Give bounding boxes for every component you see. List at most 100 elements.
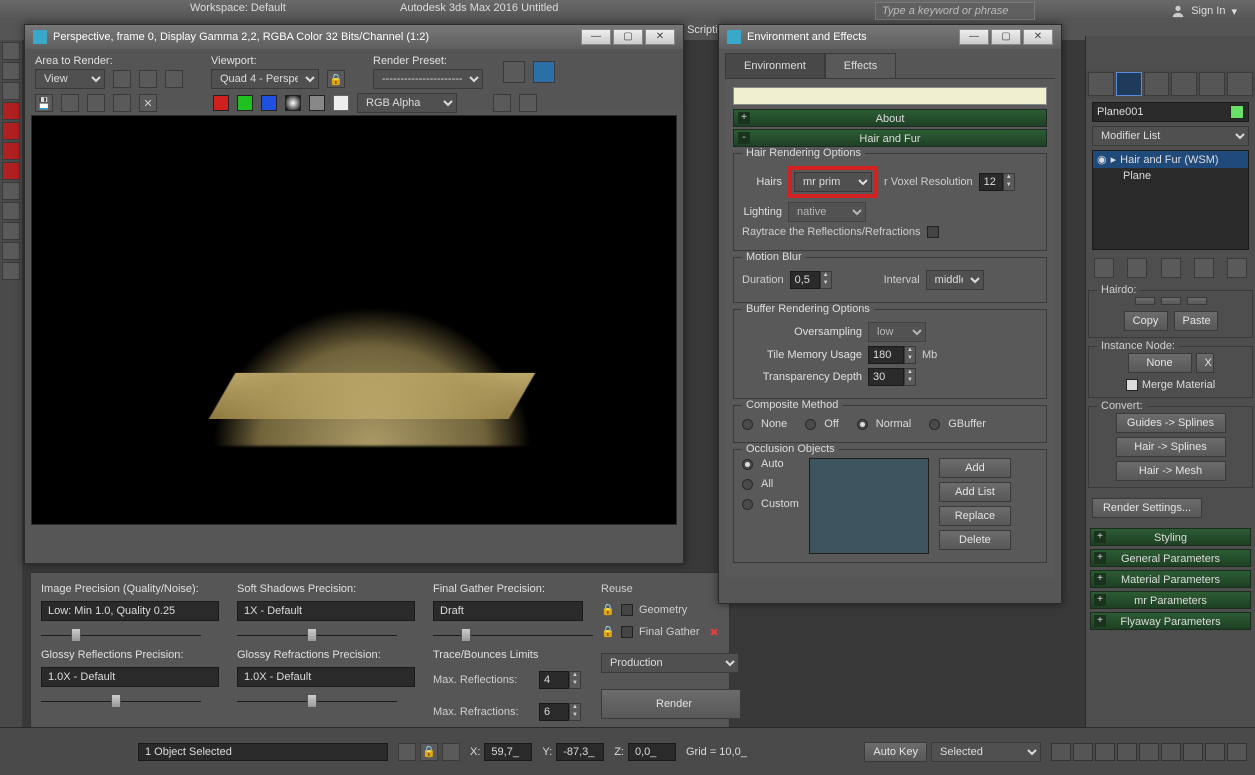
tile-mem-spinner[interactable]: 180▲▼ bbox=[868, 346, 916, 364]
search-input[interactable]: Type a keyword or phrase bbox=[875, 2, 1035, 20]
tool-icon[interactable] bbox=[2, 222, 20, 240]
tool-icon[interactable] bbox=[2, 202, 20, 220]
tool-icon[interactable] bbox=[2, 262, 20, 280]
tool-icon[interactable] bbox=[2, 82, 20, 100]
maximize-button[interactable]: ▢ bbox=[613, 29, 643, 45]
radio-auto[interactable]: Auto bbox=[742, 458, 799, 470]
display-tab-icon[interactable] bbox=[1199, 72, 1225, 96]
voxel-spinner[interactable]: 12▲▼ bbox=[979, 173, 1015, 191]
motion-tab-icon[interactable] bbox=[1171, 72, 1197, 96]
make-unique-icon[interactable] bbox=[1161, 258, 1181, 278]
snap-icon[interactable] bbox=[2, 142, 20, 160]
snap-icon[interactable] bbox=[2, 102, 20, 120]
tool-icon[interactable] bbox=[2, 42, 20, 60]
hairdo-btn[interactable] bbox=[1187, 297, 1207, 305]
max-refr-spinner[interactable]: 6▲▼ bbox=[539, 703, 581, 721]
pin-stack-icon[interactable] bbox=[1094, 258, 1114, 278]
raytrace-checkbox[interactable] bbox=[927, 226, 939, 238]
area-to-render-select[interactable]: View bbox=[35, 69, 105, 89]
z-coord-field[interactable]: 0,0_ bbox=[628, 743, 676, 761]
tool-icon[interactable] bbox=[2, 62, 20, 80]
hairdo-btn[interactable] bbox=[1135, 297, 1155, 305]
x-coord-field[interactable]: 59,7_ bbox=[484, 743, 532, 761]
render-button[interactable]: Render bbox=[601, 689, 741, 719]
glossy-refr-value[interactable]: 1.0X - Default bbox=[237, 667, 415, 687]
alpha-channel-icon[interactable] bbox=[285, 95, 301, 111]
final-gather-checkbox[interactable] bbox=[621, 626, 633, 638]
nav-icon[interactable] bbox=[1227, 743, 1247, 761]
region-icon[interactable] bbox=[139, 70, 157, 88]
soft-shadows-slider[interactable] bbox=[237, 627, 397, 643]
transparency-spinner[interactable]: 30▲▼ bbox=[868, 368, 916, 386]
object-name-field[interactable]: Plane001 bbox=[1092, 102, 1249, 122]
interval-select[interactable]: middle bbox=[926, 270, 984, 290]
red-channel-icon[interactable] bbox=[213, 95, 229, 111]
color-swatch[interactable] bbox=[1230, 105, 1244, 119]
show-end-result-icon[interactable] bbox=[1127, 258, 1147, 278]
mono-channel-icon[interactable] bbox=[309, 95, 325, 111]
radio-normal[interactable]: Normal bbox=[857, 418, 911, 430]
autokey-button[interactable]: Auto Key bbox=[864, 742, 927, 762]
render-active-icon[interactable] bbox=[533, 61, 555, 83]
nav-icon[interactable] bbox=[1183, 743, 1203, 761]
coord-icon[interactable] bbox=[442, 743, 460, 761]
rollout-hair-and-fur[interactable]: -Hair and Fur bbox=[733, 129, 1047, 147]
rollout-general[interactable]: +General Parameters bbox=[1090, 549, 1251, 567]
channel-select[interactable]: RGB Alpha bbox=[357, 93, 457, 113]
production-select[interactable]: Production bbox=[601, 653, 739, 673]
soft-shadows-value[interactable]: 1X - Default bbox=[237, 601, 415, 621]
rollout-styling[interactable]: +Styling bbox=[1090, 528, 1251, 546]
toggle-icon[interactable] bbox=[493, 94, 511, 112]
close-button[interactable]: ✕ bbox=[645, 29, 675, 45]
next-frame-icon[interactable] bbox=[1117, 743, 1137, 761]
minimize-button[interactable]: — bbox=[581, 29, 611, 45]
key-icon[interactable] bbox=[398, 743, 416, 761]
lock-icon[interactable]: 🔒 bbox=[601, 603, 615, 617]
final-gather-slider[interactable] bbox=[433, 627, 593, 643]
modify-tab-icon[interactable] bbox=[1116, 72, 1142, 96]
replace-button[interactable]: Replace bbox=[939, 506, 1011, 526]
nav-icon[interactable] bbox=[1205, 743, 1225, 761]
clear-icon[interactable]: ✖ bbox=[710, 626, 719, 639]
radio-custom[interactable]: Custom bbox=[742, 498, 799, 510]
snap-icon[interactable] bbox=[2, 122, 20, 140]
radio-none[interactable]: None bbox=[742, 418, 787, 430]
lighting-select[interactable]: native bbox=[788, 202, 866, 222]
blue-channel-icon[interactable] bbox=[261, 95, 277, 111]
stack-item-hair[interactable]: ◉▸Hair and Fur (WSM) bbox=[1093, 151, 1248, 168]
effect-slot[interactable] bbox=[733, 87, 1047, 105]
hairdo-btn[interactable] bbox=[1161, 297, 1181, 305]
radio-gbuffer[interactable]: GBuffer bbox=[929, 418, 986, 430]
region-icon[interactable] bbox=[113, 70, 131, 88]
key-mode-select[interactable]: Selected bbox=[931, 742, 1041, 762]
lock-icon[interactable]: 🔒 bbox=[601, 625, 615, 639]
oversampling-select[interactable]: low bbox=[868, 322, 926, 342]
create-tab-icon[interactable] bbox=[1088, 72, 1114, 96]
save-icon[interactable]: 💾 bbox=[35, 94, 53, 112]
duration-spinner[interactable]: 0,5▲▼ bbox=[790, 271, 832, 289]
maximize-button[interactable]: ▢ bbox=[991, 29, 1021, 45]
swatch-icon[interactable] bbox=[333, 95, 349, 111]
glossy-refl-slider[interactable] bbox=[41, 693, 201, 709]
image-precision-slider[interactable] bbox=[41, 627, 201, 643]
render-settings-button[interactable]: Render Settings... bbox=[1092, 498, 1202, 518]
toggle-icon[interactable] bbox=[519, 94, 537, 112]
geometry-checkbox[interactable] bbox=[621, 604, 633, 616]
clone-icon[interactable] bbox=[87, 94, 105, 112]
render-preset-select[interactable]: ------------------------- bbox=[373, 69, 483, 89]
close-button[interactable]: ✕ bbox=[1023, 29, 1053, 45]
rollout-material[interactable]: +Material Parameters bbox=[1090, 570, 1251, 588]
hierarchy-tab-icon[interactable] bbox=[1144, 72, 1170, 96]
lock-icon[interactable]: 🔒 bbox=[327, 70, 345, 88]
minimize-button[interactable]: — bbox=[959, 29, 989, 45]
add-button[interactable]: Add bbox=[939, 458, 1011, 478]
render-icon[interactable] bbox=[503, 61, 525, 83]
goto-end-icon[interactable] bbox=[1139, 743, 1159, 761]
x-button[interactable]: X bbox=[1196, 353, 1214, 373]
y-coord-field[interactable]: -87,3_ bbox=[556, 743, 604, 761]
utilities-tab-icon[interactable] bbox=[1227, 72, 1253, 96]
stack-item-plane[interactable]: Plane bbox=[1093, 168, 1248, 184]
final-gather-value[interactable]: Draft bbox=[433, 601, 583, 621]
signin-button[interactable]: Sign In ▾ bbox=[1171, 4, 1237, 18]
prev-frame-icon[interactable] bbox=[1073, 743, 1093, 761]
